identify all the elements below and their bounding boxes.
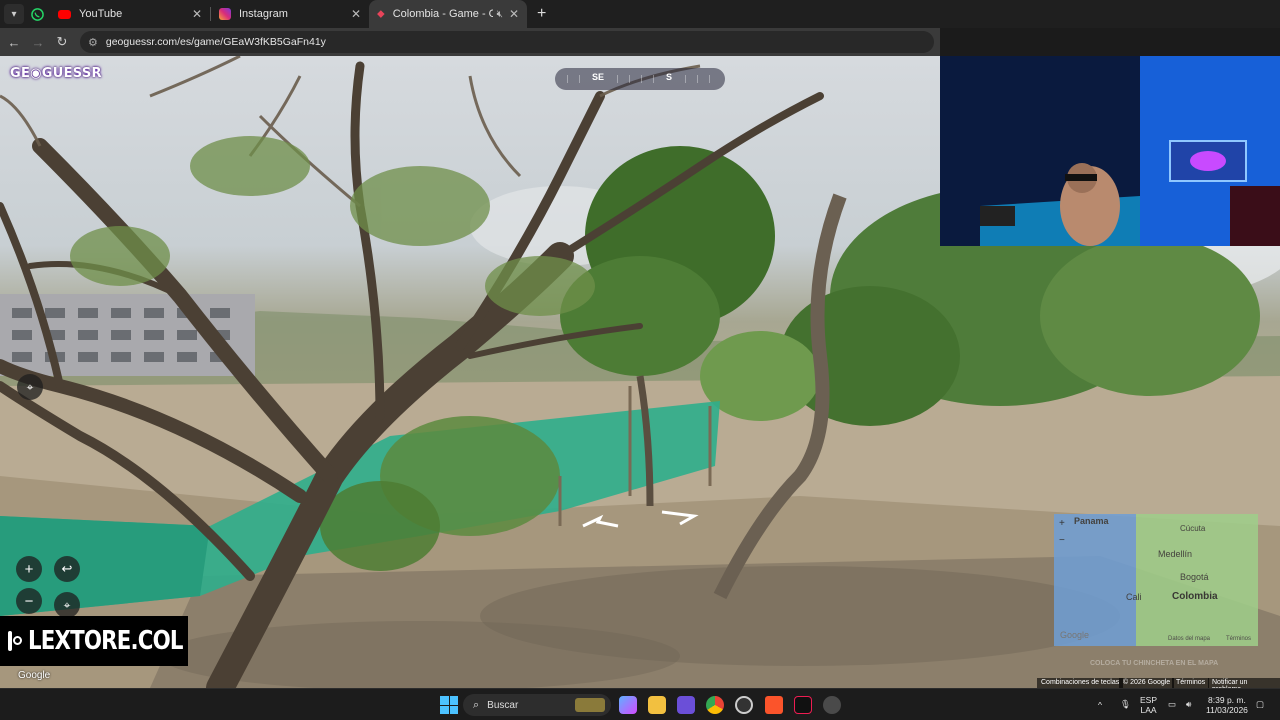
map-label-bogota: Bogotá xyxy=(1180,572,1209,582)
settings-icon[interactable] xyxy=(823,696,841,714)
guess-minimap[interactable]: Panama Cúcuta Medellín Bogotá Cali Colom… xyxy=(1054,514,1258,646)
brave-icon[interactable] xyxy=(765,696,783,714)
clock-time: 8:39 p. m. xyxy=(1208,695,1246,705)
compass-heading-se: SE xyxy=(592,72,605,82)
map-pin-icon: ⬥ xyxy=(377,7,385,20)
compass-tick xyxy=(641,75,642,83)
tab-youtube[interactable]: YouTube ✕ xyxy=(50,0,210,28)
watermark-text: LEXTORE.COL xyxy=(28,626,183,656)
map-data-link[interactable]: Datos del mapa xyxy=(1168,636,1210,642)
instagram-icon xyxy=(8,631,22,651)
windows-start-icon[interactable] xyxy=(440,696,458,714)
tiktok-icon[interactable] xyxy=(794,696,812,714)
undo-move-icon[interactable]: ↩ xyxy=(54,556,80,582)
pinned-tab-whatsapp[interactable] xyxy=(24,0,50,28)
microphone-icon[interactable]: 🎙︎ xyxy=(1120,699,1131,709)
close-tab-icon[interactable]: ✕ xyxy=(192,7,202,21)
return-to-start-icon[interactable]: ⌖ xyxy=(17,374,43,400)
minimap-zoom-out-button[interactable]: − xyxy=(1059,535,1065,546)
streamer-webcam xyxy=(940,56,1280,246)
copyright-text: © 2026 Google xyxy=(1119,678,1175,688)
streamer-watermark: LEXTORE.COL xyxy=(0,616,188,666)
google-watermark: Google xyxy=(18,670,51,681)
taskbar-search[interactable]: ⌕ Buscar xyxy=(463,694,611,716)
compass-tick xyxy=(567,75,568,83)
tab-label: YouTube xyxy=(79,8,123,20)
clock-date: 11/03/2026 xyxy=(1206,705,1248,715)
compass-tick xyxy=(617,75,618,83)
minimap-zoom-in-button[interactable]: + xyxy=(1059,518,1065,529)
tab-instagram[interactable]: Instagram ✕ xyxy=(211,0,369,28)
zoom-out-button[interactable]: − xyxy=(16,588,42,614)
whatsapp-icon xyxy=(30,7,44,21)
language-indicator[interactable]: ESP LAA xyxy=(1140,695,1157,715)
map-label-cucuta: Cúcuta xyxy=(1180,524,1206,533)
compass-tick xyxy=(697,75,698,83)
mute-icon[interactable]: 🔇︎ xyxy=(497,9,503,20)
browser-toolbar: ← → ↻ ⚙︎ geoguessr.com/es/game/GEaW3fKB5… xyxy=(0,28,940,56)
close-tab-icon[interactable]: ✕ xyxy=(509,7,519,21)
map-terms-link[interactable]: Términos xyxy=(1226,636,1251,642)
tab-search-button[interactable]: ▾ xyxy=(4,4,24,24)
compass-tick xyxy=(629,75,630,83)
windows-taskbar: ⌕ Buscar ^ 🎙︎ ESP LAA ▭ 🔊︎ 8:39 p. m. 11… xyxy=(0,688,1280,720)
notification-icon[interactable]: ▢ xyxy=(1256,699,1264,709)
back-icon[interactable]: ← xyxy=(2,35,26,50)
compass-tick xyxy=(579,75,580,83)
reload-icon[interactable]: ↻ xyxy=(50,34,74,50)
map-label-medellin: Medellín xyxy=(1158,549,1193,559)
start-pane xyxy=(440,696,449,705)
tab-label: Instagram xyxy=(239,8,288,20)
obs-icon[interactable] xyxy=(735,696,753,714)
geoguessr-logo[interactable]: GE◉GUESSR xyxy=(10,66,102,81)
compass-tick xyxy=(653,75,654,83)
new-tab-button[interactable]: + xyxy=(527,5,556,23)
youtube-icon xyxy=(58,9,71,19)
clock[interactable]: 8:39 p. m. 11/03/2026 xyxy=(1206,695,1248,715)
minimap-ocean xyxy=(1054,514,1136,646)
start-pane xyxy=(440,705,449,714)
map-label-panama: Panama xyxy=(1074,516,1109,526)
compass-heading-s: S xyxy=(666,72,673,82)
google-logo: Google xyxy=(1060,630,1090,640)
map-label-colombia: Colombia xyxy=(1172,591,1218,602)
tab-geoguessr[interactable]: ⬥ Colombia - Game - GeoGu 🔇︎ ✕ xyxy=(369,0,527,28)
forward-icon[interactable]: → xyxy=(26,35,50,50)
app-icon[interactable] xyxy=(677,696,695,714)
browser-tab-strip: ▾ YouTube ✕ Instagram ✕ ⬥ Colombia - Gam… xyxy=(0,0,1280,28)
tab-label: Colombia - Game - GeoGu xyxy=(392,8,493,20)
tray-overflow-icon[interactable]: ^ xyxy=(1098,700,1102,710)
site-info-icon[interactable]: ⚙︎ xyxy=(88,36,98,49)
language-layout: LAA xyxy=(1140,705,1157,715)
webcam-overlay xyxy=(940,56,1280,246)
checkpoint-icon[interactable]: ⌖ xyxy=(54,592,80,618)
network-icon[interactable]: ▭ xyxy=(1168,699,1176,709)
compass-tick xyxy=(709,75,710,83)
language-code: ESP xyxy=(1140,695,1158,705)
search-placeholder: Buscar xyxy=(487,699,519,711)
zoom-in-button[interactable]: + xyxy=(16,556,42,582)
copilot-icon[interactable] xyxy=(619,696,637,714)
volume-icon[interactable]: 🔊︎ xyxy=(1186,699,1191,709)
url-text: geoguessr.com/es/game/GEaW3fKB5GaFn41y xyxy=(105,36,326,48)
keyboard-shortcuts-link[interactable]: Combinaciones de teclas xyxy=(1037,678,1124,688)
guess-hint: COLOCA TU CHINCHETA EN EL MAPA xyxy=(1090,660,1219,667)
start-pane xyxy=(449,696,458,705)
file-explorer-icon[interactable] xyxy=(648,696,666,714)
compass-tick xyxy=(685,75,686,83)
compass: SE S xyxy=(555,68,725,90)
report-problem-link[interactable]: Notificar un problema xyxy=(1208,678,1280,693)
map-label-cali: Cali xyxy=(1126,592,1142,602)
chrome-icon[interactable] xyxy=(706,696,724,714)
instagram-icon xyxy=(219,8,231,20)
search-highlight-icon xyxy=(575,698,605,712)
start-pane xyxy=(449,705,458,714)
terms-link[interactable]: Términos xyxy=(1172,678,1210,688)
search-icon: ⌕ xyxy=(473,698,480,711)
close-tab-icon[interactable]: ✕ xyxy=(351,7,361,21)
address-bar[interactable]: ⚙︎ geoguessr.com/es/game/GEaW3fKB5GaFn41… xyxy=(80,31,934,53)
